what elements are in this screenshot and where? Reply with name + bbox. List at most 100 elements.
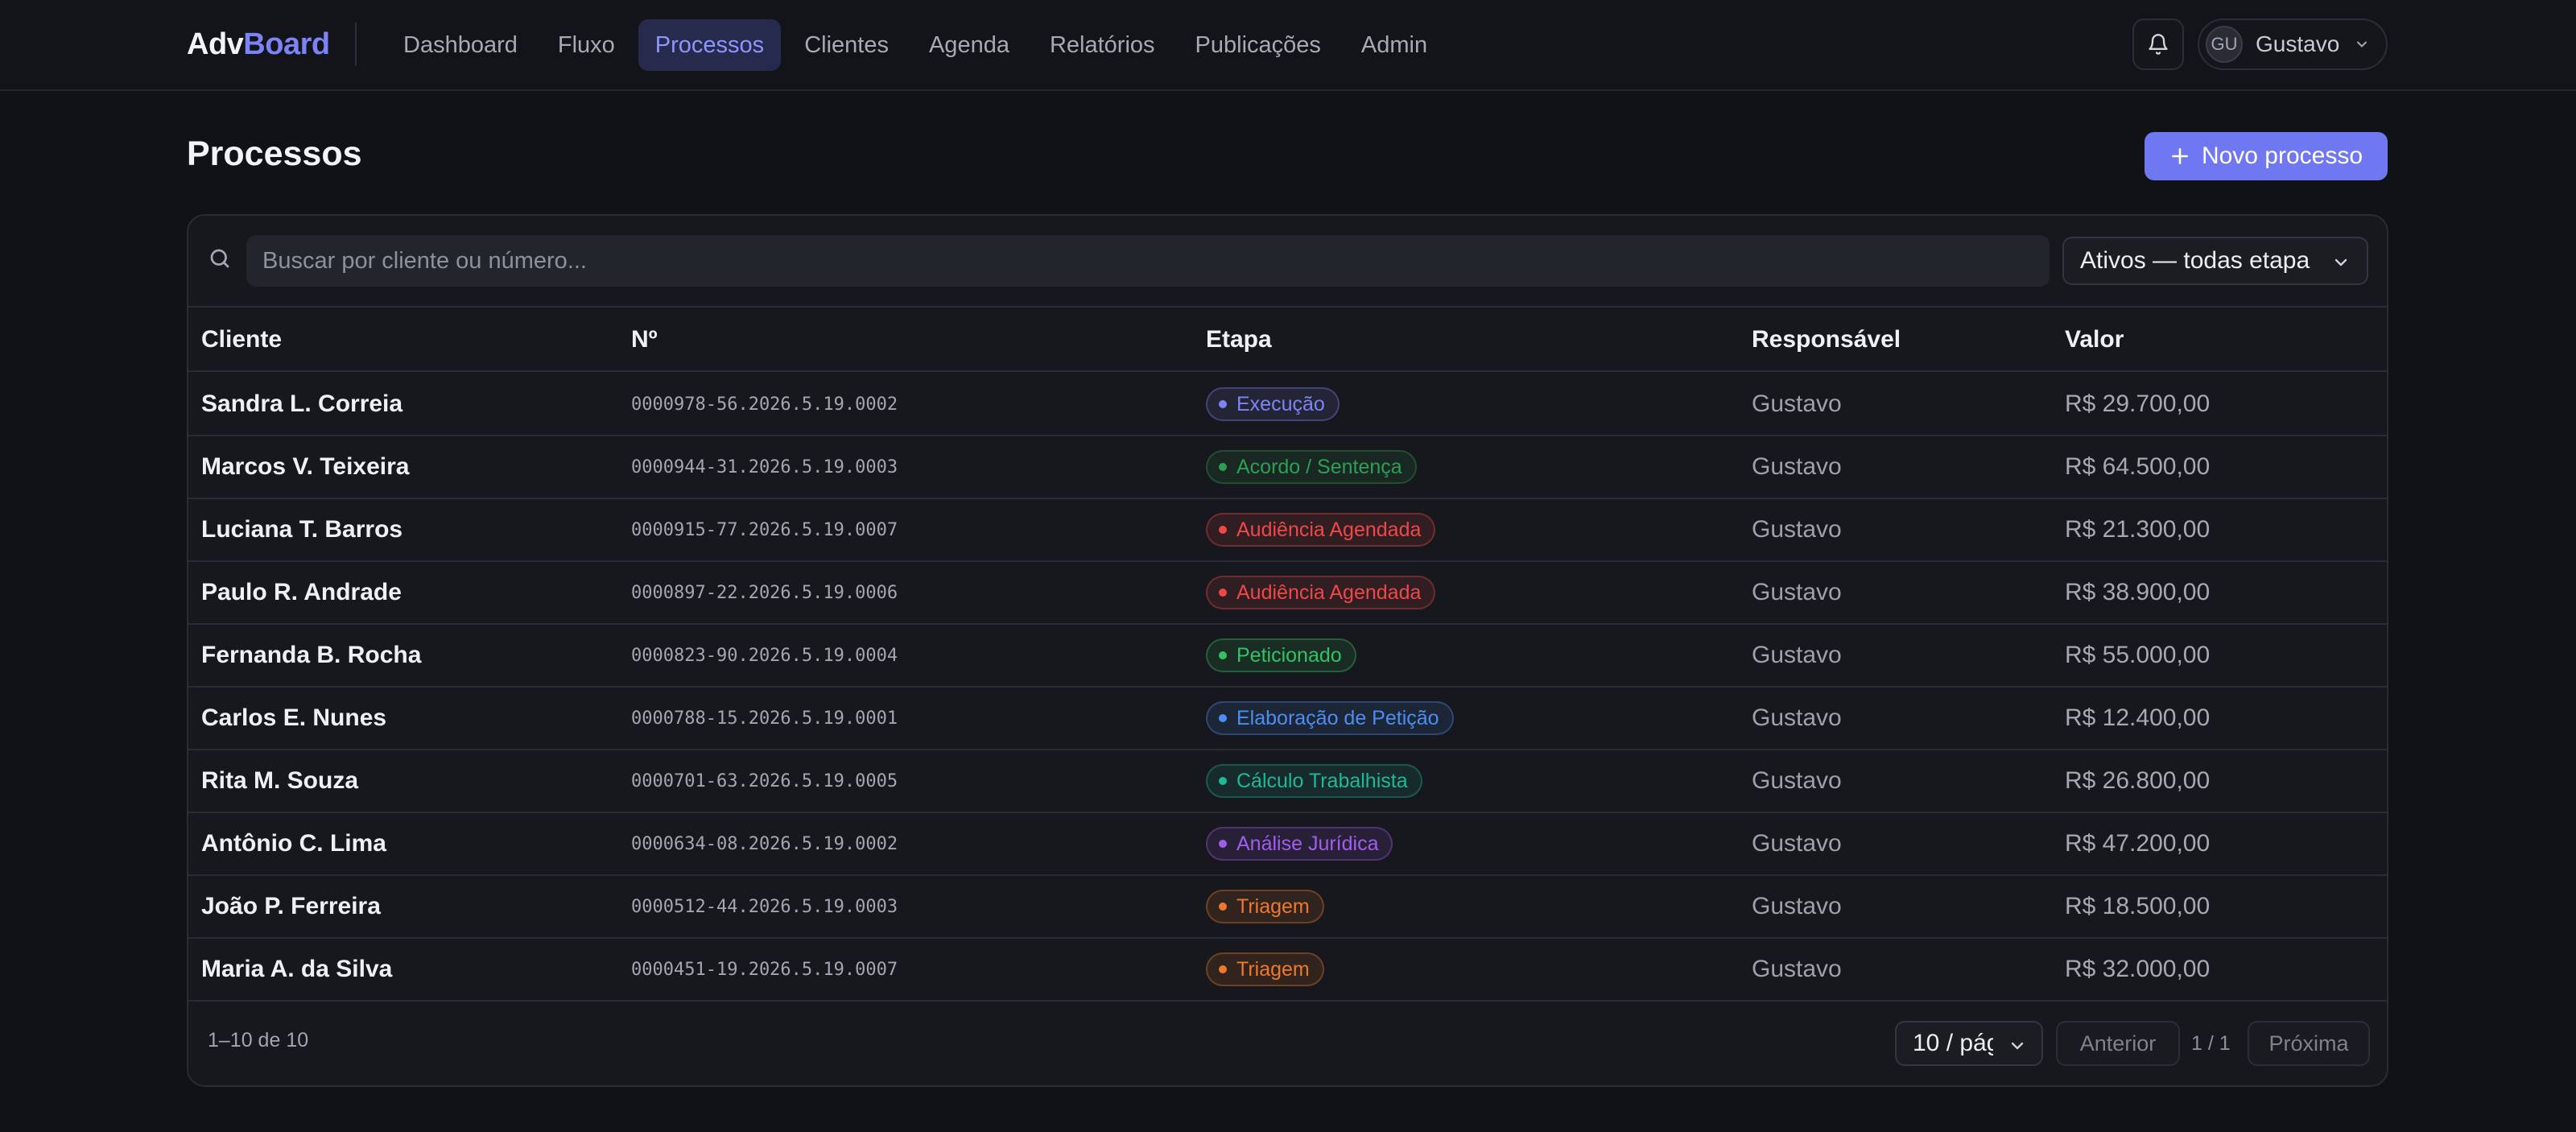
stage-badge: Audiência Agendada [1206, 513, 1436, 547]
stage-cell: Audiência Agendada [1206, 499, 1436, 560]
stage-cell: Peticionado [1206, 625, 1356, 686]
chevron-down-icon [2011, 1042, 2024, 1050]
process-number: 0000897-22.2026.5.19.0006 [631, 582, 898, 603]
client-name: Paulo R. Andrade [201, 579, 402, 605]
nav-item-processos[interactable]: Processos [638, 19, 782, 71]
table-row[interactable]: Sandra L. Correia 0000978-56.2026.5.19.00… [188, 374, 2387, 436]
status-filter-select[interactable]: Ativos — todas etapa [2062, 237, 2368, 285]
status-dot [1219, 714, 1227, 722]
client-name: Sandra L. Correia [201, 390, 403, 417]
stage-label: Cálculo Trabalhista [1236, 769, 1408, 792]
nav-item-agenda[interactable]: Agenda [912, 19, 1026, 71]
table-header: Cliente Nº Etapa Responsável Valor [188, 308, 2387, 372]
owner-name: Gustavo [1752, 390, 1842, 417]
status-filter-value: Ativos — todas etapa [2080, 247, 2310, 274]
stage-cell: Elaboração de Petição [1206, 688, 1454, 749]
stage-label: Elaboração de Petição [1236, 706, 1439, 729]
owner-name: Gustavo [1752, 956, 1842, 982]
table-row[interactable]: Fernanda B. Rocha 0000823-90.2026.5.19.00… [188, 625, 2387, 688]
stage-badge: Peticionado [1206, 638, 1356, 672]
nav-item-dashboard[interactable]: Dashboard [386, 19, 535, 71]
main-nav: Dashboard Fluxo Processos Clientes Agenda Rel… [386, 19, 1444, 72]
column-header-number[interactable]: Nº [631, 308, 658, 372]
nav-item-admin[interactable]: Admin [1344, 19, 1444, 71]
stage-badge: Execução [1206, 387, 1340, 421]
status-dot [1219, 965, 1227, 973]
page-size-value: 10 / página [1913, 1030, 1993, 1056]
table-row[interactable]: Luciana T. Barros 0000915-77.2026.5.19.00… [188, 499, 2387, 562]
column-header-stage[interactable]: Etapa [1206, 308, 1272, 372]
stage-badge: Elaboração de Petição [1206, 701, 1454, 735]
logo-text-board: Board [243, 27, 330, 61]
results-range: 1–10 de 10 [208, 1029, 309, 1051]
table-row[interactable]: João P. Ferreira 0000512-44.2026.5.19.000… [188, 876, 2387, 939]
status-dot [1219, 400, 1227, 408]
next-page-button[interactable]: Próxima [2248, 1021, 2370, 1066]
owner-name: Gustavo [1752, 516, 1842, 543]
search-icon [210, 249, 229, 268]
process-value: R$ 38.900,00 [2065, 579, 2211, 605]
avatar: GU [2206, 26, 2243, 63]
page-size-select[interactable]: 10 / página [1895, 1021, 2043, 1066]
chevron-down-icon [2357, 41, 2368, 48]
stage-cell: Análise Jurídica [1206, 813, 1393, 874]
stage-label: Triagem [1236, 957, 1310, 981]
process-number: 0000978-56.2026.5.19.0002 [631, 394, 898, 415]
nav-item-clientes[interactable]: Clientes [787, 19, 906, 71]
table-row[interactable]: Antônio C. Lima 0000634-08.2026.5.19.0002… [188, 813, 2387, 876]
plus-icon [2171, 148, 2188, 164]
nav-item-publicacoes[interactable]: Publicações [1179, 19, 1338, 71]
bell-icon [2149, 34, 2168, 55]
table-row[interactable]: Paulo R. Andrade 0000897-22.2026.5.19.000… [188, 562, 2387, 625]
stage-badge: Cálculo Trabalhista [1206, 764, 1422, 798]
new-process-button[interactable]: Novo processo [2145, 132, 2388, 180]
status-dot [1219, 651, 1227, 659]
page-indicator: 1 / 1 [2191, 1032, 2231, 1055]
stage-badge: Acordo / Sentença [1206, 450, 1417, 484]
page-title: Processos [187, 134, 362, 173]
app-logo[interactable]: AdvBoard [187, 26, 330, 63]
stage-badge: Análise Jurídica [1206, 827, 1393, 861]
status-dot [1219, 463, 1227, 471]
stage-label: Audiência Agendada [1236, 580, 1422, 604]
stage-cell: Triagem [1206, 939, 1324, 1000]
owner-name: Gustavo [1752, 893, 1842, 919]
status-dot [1219, 777, 1227, 785]
process-number: 0000634-08.2026.5.19.0002 [631, 833, 898, 854]
process-number: 0000451-19.2026.5.19.0007 [631, 959, 898, 980]
status-dot [1219, 526, 1227, 534]
client-name: Luciana T. Barros [201, 516, 403, 543]
user-menu-button[interactable]: GU Gustavo [2198, 19, 2388, 70]
search-input[interactable] [246, 235, 2050, 287]
owner-name: Gustavo [1752, 704, 1842, 731]
process-number: 0000701-63.2026.5.19.0005 [631, 771, 898, 791]
client-name: João P. Ferreira [201, 893, 381, 919]
table-row[interactable]: Carlos E. Nunes 0000788-15.2026.5.19.0001… [188, 688, 2387, 750]
table-row[interactable]: Rita M. Souza 0000701-63.2026.5.19.0005 Cá… [188, 750, 2387, 813]
client-name: Marcos V. Teixeira [201, 453, 410, 480]
nav-item-fluxo[interactable]: Fluxo [541, 19, 632, 71]
stage-label: Peticionado [1236, 643, 1342, 667]
column-header-owner[interactable]: Responsável [1752, 308, 1901, 372]
status-dot [1219, 840, 1227, 848]
stage-cell: Execução [1206, 374, 1340, 435]
table-row[interactable]: Marcos V. Teixeira 0000944-31.2026.5.19.0… [188, 436, 2387, 499]
column-header-value[interactable]: Valor [2065, 308, 2124, 372]
client-name: Fernanda B. Rocha [201, 642, 422, 668]
owner-name: Gustavo [1752, 453, 1842, 480]
table-toolbar: Ativos — todas etapa [188, 216, 2387, 308]
owner-name: Gustavo [1752, 579, 1842, 605]
process-value: R$ 26.800,00 [2065, 767, 2211, 794]
pagination-bar: 1–10 de 10 10 / página Anterior 1 / 1 Pr… [188, 1000, 2387, 1085]
nav-item-relatorios[interactable]: Relatórios [1033, 19, 1172, 71]
stage-cell: Triagem [1206, 876, 1324, 937]
column-header-client[interactable]: Cliente [201, 308, 282, 372]
previous-page-button[interactable]: Anterior [2056, 1021, 2180, 1066]
stage-label: Audiência Agendada [1236, 518, 1422, 541]
notifications-button[interactable] [2132, 19, 2184, 70]
user-name: Gustavo [2256, 31, 2340, 56]
table-row[interactable]: Maria A. da Silva 0000451-19.2026.5.19.00… [188, 939, 2387, 1002]
process-value: R$ 55.000,00 [2065, 642, 2211, 668]
nav-divider [355, 23, 357, 66]
process-number: 0000512-44.2026.5.19.0003 [631, 896, 898, 917]
